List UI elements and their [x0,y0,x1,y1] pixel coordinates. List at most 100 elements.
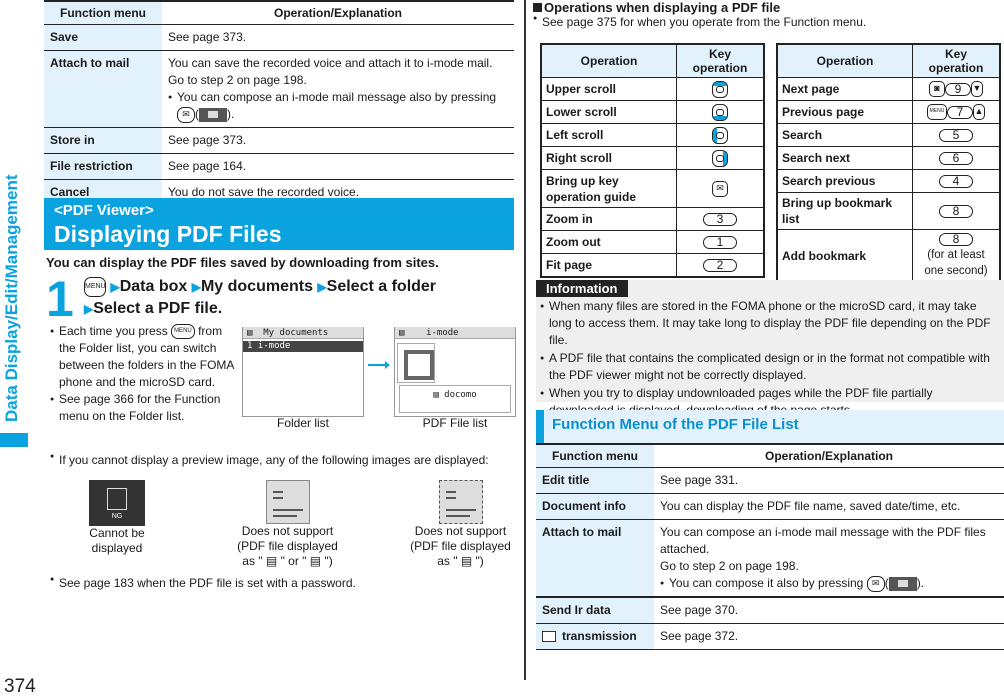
table-row: Attach to mail You can save the recorded… [44,50,514,128]
operation-name: Search previous [777,169,913,193]
table-row: Zoom in 3 [541,207,764,231]
preview-caption: (PDF file displayed [237,539,338,553]
ng-icon: NG [89,480,145,526]
menu-attach-to-mail: Attach to mail [44,50,162,128]
mail-softkey-icon [888,576,917,591]
no-preview-note: If you cannot display a preview image, a… [50,453,520,467]
preview-not-supported-partial: Does not support (PDF file displayed as … [398,480,523,569]
operation-name: Search next [777,146,913,170]
doc-icon [265,480,310,524]
info-bullet: A PDF file that contains the complicated… [540,350,998,384]
preview-caption: Cannot be [89,526,145,540]
table-row: Search 5 [777,123,1000,147]
table-row: Send Ir data See page 370. [536,597,1004,624]
ng-label: NG [111,513,123,520]
explanation: You can display the PDF file name, saved… [654,493,1004,520]
header-operation: Operation [777,44,913,78]
explanation: See page 370. [654,597,1004,624]
preview-caption: as " ▤ ") [437,554,484,568]
step-item: Select a folder [326,278,437,295]
dpad-down-icon [712,103,728,121]
note-text: See page 183 when the PDF file is set wi… [59,576,356,590]
operation-name: Upper scroll [541,77,677,101]
explanation: See page 164. [162,153,514,180]
menu-key-icon: MENU [927,104,947,121]
key-8-icon: 8 [939,205,973,219]
operation-name: Fit page [541,253,677,277]
menu-label: transmission [562,629,637,643]
explanation-line: Go to step 2 on page 198. [168,73,307,87]
pdf-item-name: docomo [444,390,477,400]
operation-name: Zoom in [541,207,677,231]
operation-name: Lower scroll [541,100,677,124]
table-row: Store in See page 373. [44,127,514,154]
step-item: Select a PDF file. [93,300,223,317]
table-row: Attach to mail You can compose an i-mode… [536,519,1004,598]
screen-title-bar: ▤ My documents [243,327,363,339]
header-operation: Operation [541,44,677,78]
doc-dashed-icon [438,480,483,524]
step-number: 1 [46,271,74,327]
down-key-icon: ▼ [971,81,983,98]
menu-attach-to-mail: Attach to mail [536,519,654,598]
arrow-icon: ▶ [84,302,94,316]
key-9-icon: 9 [945,82,971,96]
folder-list-screen: ▤ My documents 1 i-mode [242,327,364,417]
table-row: Lower scroll [541,100,764,124]
table-row: Search next 6 [777,146,1000,170]
arrow-right-icon [368,361,390,369]
table-row: Save See page 373. [44,24,514,51]
preview-caption: displayed [91,541,143,555]
operation-name: Next page [777,77,913,101]
table-row: Previous page MENU 7 ▲ [777,100,1000,124]
note-text: See page 366 for the Function menu on th… [59,392,221,423]
menu-key-icon: MENU [171,324,195,340]
key-8-icon: 8 [939,233,973,247]
table-row: Edit title See page 331. [536,467,1004,494]
column-divider [524,0,526,680]
table-row: Add bookmark 8 (for at least one second) [777,229,1000,282]
explanation: See page 373. [162,24,514,51]
table-row: transmission See page 372. [536,623,1004,650]
table-row: Zoom out 1 [541,230,764,254]
camera-key-icon: ◙ [929,81,945,98]
operation-name: Zoom out [541,230,677,254]
dpad-left-icon [712,126,728,144]
operations-table-left: Operation Key operation Upper scroll Low… [540,43,765,278]
note-bullet: Each time you press MENU from the Folder… [50,323,235,391]
menu-save: Save [44,24,162,51]
up-key-icon: ▲ [973,104,985,121]
explanation-line: Go to step 2 on page 198. [660,559,799,573]
menu-edit-title: Edit title [536,467,654,494]
step-item: Data box [119,278,188,295]
information-tag: Information [536,280,628,297]
note-text: See page 375 for when you operate from t… [542,15,867,29]
chapter-marker [0,433,28,447]
section-heading: <PDF Viewer> Displaying PDF Files [44,198,514,250]
operation-name: Previous page [777,100,913,124]
mail-key-icon: ✉ [177,106,195,123]
key-7-icon: 7 [947,105,973,119]
menu-send-ir-data: Send Ir data [536,597,654,624]
header-function-menu: Function menu [44,2,162,25]
explanation: You can save the recorded voice and atta… [162,50,514,128]
ic-transmission-icon [542,631,556,643]
key-2-icon: 2 [703,259,737,273]
folder-row[interactable]: 1 i-mode [243,341,363,352]
mail-key-icon: ✉ [712,180,728,197]
explanation: You can compose an i-mode mail message w… [654,519,1004,598]
pdf-file-list-screen: ▤ i-mode ▤ docomo [394,327,516,417]
operation-name: Left scroll [541,123,677,147]
bullet-text: You can compose an i-mode mail message a… [177,90,497,104]
preview-caption: Does not support [241,524,334,538]
password-note: See page 183 when the PDF file is set wi… [50,576,356,590]
pdf-thumbnail[interactable] [397,343,435,383]
table-row: Next page ◙ 9 ▼ [777,77,1000,101]
screen-title: My documents [263,328,329,338]
table-row: Upper scroll [541,77,764,101]
operations-heading: Operations when displaying a PDF file [533,0,780,15]
arrow-icon: ▶ [110,280,120,294]
explanation-bullet: You can compose an i-mode mail message a… [168,89,508,123]
preview-cannot-display: NG Cannot be displayed [62,480,172,556]
operations-note: See page 375 for when you operate from t… [533,15,866,29]
